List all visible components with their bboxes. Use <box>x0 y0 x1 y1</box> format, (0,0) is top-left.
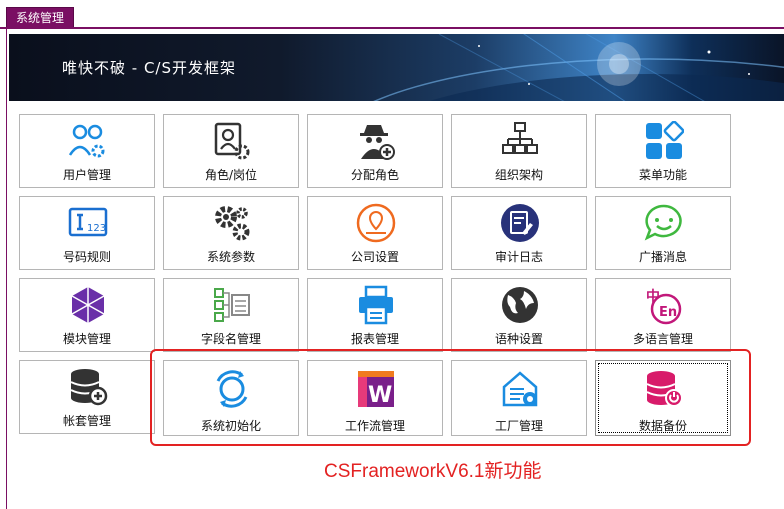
tile-zh-en[interactable]: 中 En 多语言管理 <box>595 278 731 352</box>
tile-label: 组织架构 <box>494 168 543 182</box>
database-add-icon <box>70 369 108 406</box>
org-chart-icon <box>502 122 538 154</box>
tile-users-gear[interactable]: 用户管理 <box>19 114 155 188</box>
tile-label: 审计日志 <box>494 250 543 264</box>
printer-icon <box>359 285 393 325</box>
svg-text:En: En <box>659 305 677 320</box>
tile-field-tree[interactable]: 字段名管理 <box>163 278 299 352</box>
tile-label: 系统参数 <box>206 250 255 264</box>
tile-label: 分配角色 <box>350 168 399 182</box>
chat-bubble-icon <box>644 204 682 241</box>
tile-label: 广播消息 <box>638 250 687 264</box>
tile-printer[interactable]: 报表管理 <box>307 278 443 352</box>
tile-label: 字段名管理 <box>200 332 261 346</box>
tile-menu-blocks[interactable]: 菜单功能 <box>595 114 731 188</box>
gears-icon <box>215 206 250 241</box>
tile-globe[interactable]: 语种设置 <box>451 278 587 352</box>
svg-text:123: 123 <box>87 223 106 234</box>
tile-label: 菜单功能 <box>638 168 687 182</box>
tile-database-add[interactable]: 帐套管理 <box>19 360 155 434</box>
globe-icon <box>502 287 538 323</box>
tile-label: 公司设置 <box>350 250 399 264</box>
audit-log-icon <box>501 204 539 242</box>
tile-label: 模块管理 <box>62 332 111 346</box>
tile-label: 报表管理 <box>350 332 399 346</box>
tile-company-location[interactable]: 公司设置 <box>307 196 443 270</box>
modules-cube-icon <box>71 287 105 323</box>
zh-en-icon: 中En <box>646 288 682 325</box>
banner-title: 唯快不破 - C/S开发框架 <box>62 59 236 77</box>
field-tree-icon <box>214 288 250 322</box>
tile-label: 角色/岗位 <box>204 168 258 182</box>
tile-label: 语种设置 <box>494 332 543 346</box>
users-gear-icon <box>68 124 105 158</box>
spy-add-icon <box>360 125 395 160</box>
company-location-icon <box>356 203 396 243</box>
number-rule-icon: 123 <box>68 207 108 237</box>
tile-label: 多语言管理 <box>632 332 693 346</box>
tile-chat-bubble[interactable]: 广播消息 <box>595 196 731 270</box>
tile-role-badge[interactable]: 角色/岗位 <box>163 114 299 188</box>
tile-gears[interactable]: 系统参数 <box>163 196 299 270</box>
menu-blocks-icon <box>646 121 684 159</box>
tile-org-chart[interactable]: 组织架构 <box>451 114 587 188</box>
tile-label: 用户管理 <box>62 168 111 182</box>
tile-label: 号码规则 <box>62 250 111 264</box>
tab-system-management[interactable]: 系统管理 <box>6 7 75 28</box>
role-badge-icon <box>214 122 250 160</box>
tile-spy-add[interactable]: 分配角色 <box>307 114 443 188</box>
new-features-note: CSFrameworkV6.1新功能 <box>324 461 542 482</box>
banner: 唯快不破 - C/S开发框架 <box>9 34 784 101</box>
tab-strip: 系统管理 <box>0 0 784 32</box>
new-features-highlight <box>150 349 751 446</box>
tile-number-rule[interactable]: 123 号码规则 <box>19 196 155 270</box>
tile-modules-cube[interactable]: 模块管理 <box>19 278 155 352</box>
tile-audit-log[interactable]: 审计日志 <box>451 196 587 270</box>
tile-label: 帐套管理 <box>62 414 111 428</box>
svg-text:中: 中 <box>646 288 660 305</box>
